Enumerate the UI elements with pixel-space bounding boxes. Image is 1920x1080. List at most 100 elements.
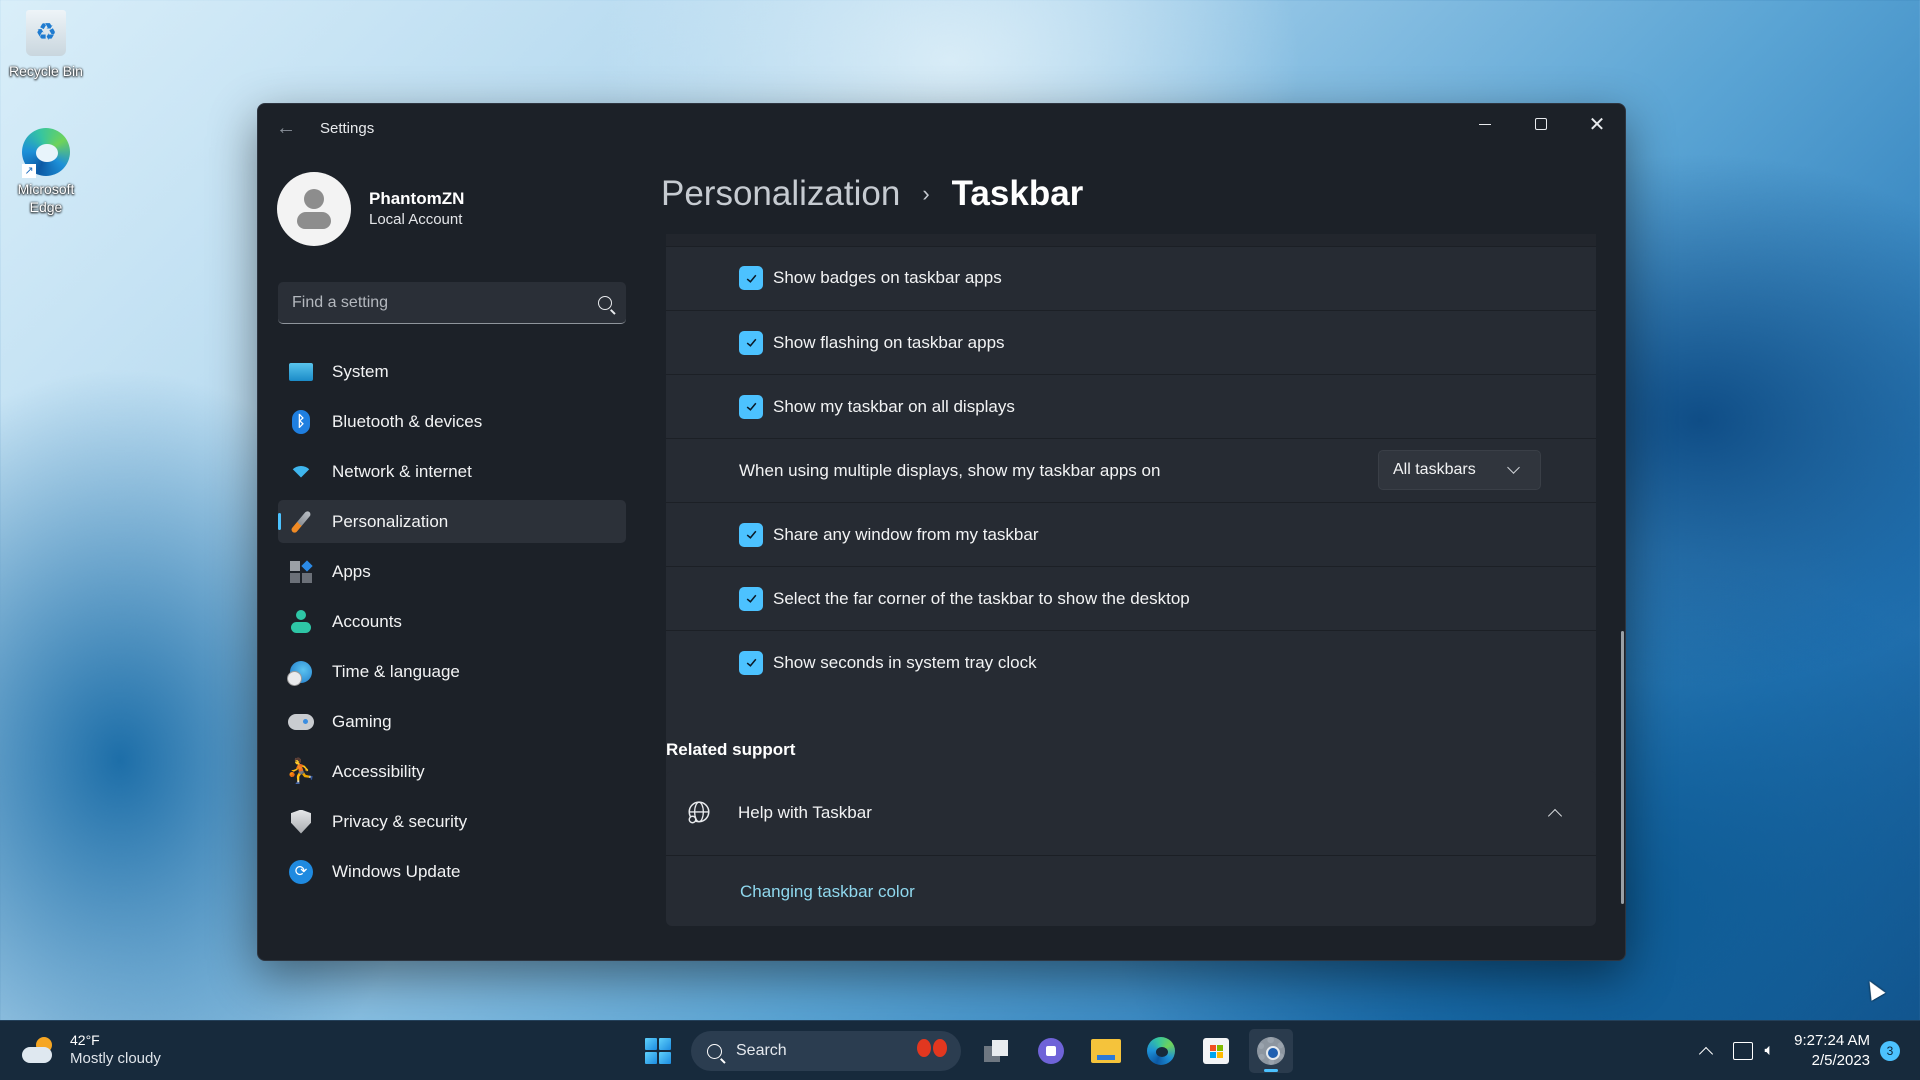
setting-row[interactable]: Select the far corner of the taskbar to … bbox=[666, 566, 1596, 630]
bluetooth-icon: ᛒ bbox=[288, 409, 314, 435]
settings-taskbar-button[interactable] bbox=[1249, 1029, 1293, 1073]
sidebar-item-windows-update[interactable]: ⟳ Windows Update bbox=[278, 850, 626, 893]
setting-label: Show my taskbar on all displays bbox=[773, 396, 1015, 416]
recycle-bin-icon bbox=[22, 10, 70, 58]
folder-icon bbox=[1091, 1039, 1121, 1063]
user-profile[interactable]: PhantomZN Local Account bbox=[277, 172, 464, 246]
sidebar-item-apps[interactable]: Apps bbox=[278, 550, 626, 593]
setting-row[interactable]: Show flashing on taskbar apps bbox=[666, 310, 1596, 374]
start-button[interactable] bbox=[636, 1029, 680, 1073]
sidebar-item-accounts[interactable]: Accounts bbox=[278, 600, 626, 643]
back-button[interactable]: ← bbox=[276, 118, 300, 138]
setting-row[interactable]: Show my taskbar on all displays bbox=[666, 374, 1596, 438]
minimize-button[interactable] bbox=[1457, 104, 1513, 144]
scrollbar-thumb[interactable] bbox=[1621, 631, 1624, 904]
checkbox-all-displays[interactable] bbox=[739, 394, 763, 419]
sidebar-item-personalization[interactable]: Personalization bbox=[278, 500, 626, 543]
close-button[interactable]: ✕ bbox=[1569, 104, 1625, 144]
desktop-icon-label: Microsoft Edge bbox=[17, 181, 75, 215]
teams-chat-icon bbox=[1038, 1038, 1064, 1064]
checkbox-show-badges[interactable] bbox=[739, 266, 763, 290]
show-hidden-icons-chevron[interactable] bbox=[1698, 1046, 1713, 1062]
taskbar-search-label: Search bbox=[736, 1042, 787, 1059]
checkmark-icon bbox=[746, 658, 756, 667]
sidebar-item-label: Network & internet bbox=[332, 461, 472, 481]
profile-name: PhantomZN bbox=[369, 189, 465, 208]
time-language-icon bbox=[287, 659, 314, 686]
help-link-changing-taskbar-color[interactable]: Changing taskbar color bbox=[740, 882, 915, 902]
taskbar: 42°F Mostly cloudy Search 🔈︎ 9:27:24 AM … bbox=[0, 1020, 1920, 1080]
apps-icon bbox=[288, 559, 314, 585]
shortcut-arrow-icon: ↗ bbox=[22, 164, 36, 178]
desktop-icon-recycle-bin[interactable]: Recycle Bin bbox=[0, 10, 92, 80]
lantern-highlight-icon bbox=[917, 1039, 947, 1057]
network-icon[interactable] bbox=[1732, 1042, 1753, 1060]
search-icon[interactable] bbox=[598, 295, 612, 310]
help-with-taskbar-card: Help with Taskbar Changing taskbar color bbox=[666, 771, 1596, 926]
sidebar-item-bluetooth[interactable]: ᛒ Bluetooth & devices bbox=[278, 400, 626, 443]
title-bar[interactable]: ← Settings ✕ bbox=[258, 104, 1625, 152]
edge-icon: ↗ bbox=[22, 128, 70, 178]
weather-condition: Mostly cloudy bbox=[70, 1050, 161, 1067]
checkmark-icon bbox=[746, 274, 756, 283]
checkbox-share-window[interactable] bbox=[739, 522, 763, 547]
checkbox-far-corner[interactable] bbox=[739, 586, 763, 611]
task-view-button[interactable] bbox=[974, 1029, 1018, 1073]
sidebar-item-network[interactable]: Network & internet bbox=[278, 450, 626, 493]
edge-taskbar-button[interactable] bbox=[1139, 1029, 1183, 1073]
sidebar-item-label: Gaming bbox=[332, 711, 392, 731]
sidebar-item-time-language[interactable]: Time & language bbox=[278, 650, 626, 693]
chevron-right-icon: › bbox=[922, 181, 930, 206]
sidebar-item-accessibility[interactable]: ⛹ Accessibility bbox=[278, 750, 626, 793]
find-setting-search[interactable] bbox=[278, 282, 626, 324]
sidebar-item-gaming[interactable]: Gaming bbox=[278, 700, 626, 743]
taskbar-apps: Search bbox=[636, 1029, 1304, 1073]
volume-icon[interactable]: 🔈︎ bbox=[1765, 1042, 1775, 1060]
clock-date: 2/5/2023 bbox=[1811, 1052, 1870, 1069]
sidebar-item-privacy[interactable]: Privacy & security bbox=[278, 800, 626, 843]
clock[interactable]: 9:27:24 AM 2/5/2023 bbox=[1794, 1031, 1870, 1071]
checkbox-show-flashing[interactable] bbox=[739, 330, 763, 355]
notification-badge[interactable]: 3 bbox=[1880, 1041, 1900, 1061]
desktop-icon-label: Recycle Bin bbox=[9, 63, 83, 79]
store-button[interactable] bbox=[1194, 1029, 1238, 1073]
checkmark-icon bbox=[746, 402, 756, 411]
search-input[interactable] bbox=[292, 293, 598, 312]
taskbar-apps-display-dropdown[interactable]: All taskbars bbox=[1378, 450, 1541, 490]
teams-chat-button[interactable] bbox=[1029, 1029, 1073, 1073]
minimize-icon bbox=[1479, 123, 1491, 125]
checkbox-show-seconds[interactable] bbox=[739, 650, 763, 675]
settings-window: ← Settings ✕ PhantomZN Local Account Sys… bbox=[257, 103, 1626, 961]
setting-row[interactable]: Show seconds in system tray clock bbox=[666, 630, 1596, 694]
sidebar-item-label: Apps bbox=[332, 561, 371, 581]
checkmark-icon bbox=[746, 594, 756, 603]
sidebar-item-label: Accessibility bbox=[332, 761, 425, 781]
accounts-icon bbox=[288, 609, 314, 635]
profile-account-type: Local Account bbox=[369, 211, 463, 228]
weather-widget[interactable]: 42°F Mostly cloudy bbox=[22, 1031, 161, 1069]
sidebar-item-label: Privacy & security bbox=[332, 811, 468, 831]
file-explorer-button[interactable] bbox=[1084, 1029, 1128, 1073]
gamepad-icon bbox=[288, 709, 314, 735]
back-arrow-icon: ← bbox=[276, 117, 296, 139]
windows-logo-icon bbox=[645, 1038, 671, 1064]
sidebar-nav: System ᛒ Bluetooth & devices Network & i… bbox=[278, 350, 626, 900]
desktop-icon-edge[interactable]: ↗ Microsoft Edge bbox=[0, 128, 92, 216]
help-expander[interactable]: Help with Taskbar bbox=[666, 771, 1596, 856]
setting-row: When using multiple displays, show my ta… bbox=[666, 438, 1596, 502]
sidebar-item-label: Personalization bbox=[332, 511, 449, 531]
breadcrumb-parent[interactable]: Personalization bbox=[661, 174, 900, 214]
sidebar-item-system[interactable]: System bbox=[278, 350, 626, 393]
setting-row[interactable]: Show badges on taskbar apps bbox=[666, 246, 1596, 310]
maximize-button[interactable] bbox=[1513, 104, 1569, 144]
search-icon bbox=[707, 1043, 722, 1059]
close-icon: ✕ bbox=[1588, 113, 1606, 136]
window-title: Settings bbox=[320, 120, 375, 137]
setting-label: Show flashing on taskbar apps bbox=[773, 332, 1005, 352]
sidebar-item-label: Bluetooth & devices bbox=[332, 411, 483, 431]
taskbar-search[interactable]: Search bbox=[691, 1031, 961, 1071]
setting-row[interactable]: Share any window from my taskbar bbox=[666, 502, 1596, 566]
wifi-icon bbox=[288, 459, 314, 485]
related-support-heading: Related support bbox=[666, 740, 796, 759]
globe-search-icon bbox=[688, 801, 710, 824]
